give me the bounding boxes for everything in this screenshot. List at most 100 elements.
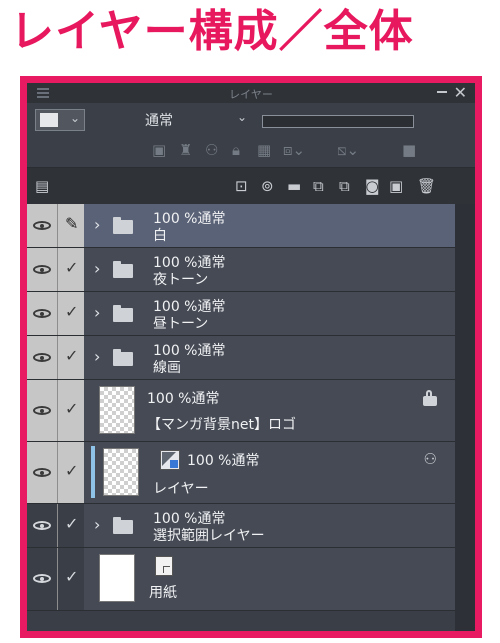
- check-icon: ✓: [65, 258, 79, 277]
- layer-mode: 100 %通常: [187, 453, 260, 469]
- layer-row[interactable]: ✓ 100 %通常 【マンガ背景net】ロゴ: [27, 380, 455, 442]
- panel-toolbar-row2: ▣ ♜ ⚇ 🔒︎ ▦ ⧈⌄ ⧅⌄ ■: [27, 133, 475, 168]
- paper-icon: [155, 556, 173, 576]
- active-indicator: [91, 446, 95, 498]
- visibility-toggle[interactable]: [27, 336, 58, 379]
- merge-down-icon[interactable]: ⧉: [339, 176, 350, 196]
- visibility-toggle[interactable]: [27, 204, 58, 247]
- eye-icon: [33, 353, 51, 362]
- opacity-slider[interactable]: [262, 115, 414, 128]
- layer-name: 【マンガ背景net】ロゴ: [147, 417, 296, 433]
- layer-row[interactable]: ✓ 100 %通常 レイヤー ⚇: [27, 442, 455, 504]
- layer-list: ✎ › 100 %通常 白 ✓ › 100 %通常 夜トーン ✓ › 100 %…: [27, 204, 475, 631]
- panel-toolbar-row3: ▤ ⊡ ⊚ ▬ ⧉ ⧉ ◙ ▣ 🗑︎: [27, 168, 475, 204]
- folder-icon: [113, 349, 133, 366]
- layer-name: 選択範囲レイヤー: [153, 528, 265, 544]
- folder-icon: [113, 261, 133, 278]
- layer-name: 白: [153, 228, 167, 244]
- folder-icon: [113, 217, 133, 234]
- new-vector-layer-icon[interactable]: ⊚: [261, 176, 274, 196]
- page-heading: レイヤー構成／全体: [10, 6, 414, 57]
- lock-icon: [423, 390, 437, 406]
- layer-row[interactable]: ✓ › 100 %通常 昼トーン: [27, 292, 455, 336]
- panel-toolbar-row1: ⌄ 通常 ⌄: [27, 103, 475, 133]
- ruler-enable-icon[interactable]: ⧅⌄: [337, 140, 359, 160]
- lock-icon[interactable]: 🔒︎: [232, 140, 240, 160]
- pen-icon: ✎: [65, 214, 79, 233]
- layer-thumbnail: [103, 448, 139, 496]
- check-icon: ✓: [65, 302, 79, 321]
- panel-titlebar: レイヤー ✕: [27, 83, 475, 103]
- minimize-icon[interactable]: [437, 91, 447, 93]
- edit-toggle[interactable]: ✓: [58, 292, 84, 335]
- layer-thumbnail: [99, 386, 135, 434]
- new-raster-layer-icon[interactable]: ⊡: [235, 176, 248, 196]
- transfer-down-icon[interactable]: ⧉: [313, 176, 324, 196]
- edit-toggle[interactable]: ✓: [58, 248, 84, 291]
- layer-thumbnail: [99, 554, 135, 602]
- trash-icon[interactable]: 🗑︎: [417, 176, 436, 196]
- layer-row[interactable]: ✓ › 100 %通常 夜トーン: [27, 248, 455, 292]
- mask-enable-icon[interactable]: ⧈⌄: [283, 140, 305, 160]
- layer-properties-icon[interactable]: ▤: [35, 176, 49, 196]
- layer-mode: 100 %通常: [147, 391, 220, 407]
- layer-name: 用紙: [149, 585, 177, 601]
- eye-icon: [33, 468, 51, 477]
- panel-title: レイヤー: [229, 88, 273, 101]
- check-icon: ✓: [65, 399, 79, 418]
- eye-icon: [33, 574, 51, 583]
- edit-toggle[interactable]: ✓: [58, 380, 84, 441]
- scrollbar[interactable]: [455, 204, 475, 631]
- new-folder-icon[interactable]: ▬: [287, 176, 301, 196]
- visibility-toggle[interactable]: [27, 548, 58, 610]
- layer-row[interactable]: ✓ 用紙: [27, 548, 455, 611]
- layer-row[interactable]: ✓ › 100 %通常 線画: [27, 336, 455, 380]
- chevron-right-icon[interactable]: ›: [94, 515, 100, 534]
- chevron-right-icon[interactable]: ›: [94, 303, 100, 322]
- visibility-toggle[interactable]: [27, 504, 58, 547]
- visibility-toggle[interactable]: [27, 380, 58, 441]
- layer-name: 夜トーン: [153, 272, 209, 288]
- visibility-toggle[interactable]: [27, 292, 58, 335]
- folder-icon: [113, 517, 133, 534]
- edit-toggle[interactable]: ✓: [58, 504, 84, 547]
- color-box: [40, 113, 58, 127]
- chevron-right-icon[interactable]: ›: [94, 259, 100, 278]
- chevron-down-icon: ⌄: [236, 110, 247, 124]
- layer-name: 昼トーン: [153, 316, 209, 332]
- close-icon[interactable]: ✕: [454, 83, 467, 103]
- layer-name: 線画: [153, 360, 181, 376]
- edit-toggle[interactable]: ✎: [58, 204, 84, 247]
- edit-toggle[interactable]: ✓: [58, 336, 84, 379]
- check-icon: ✓: [65, 461, 79, 480]
- chevron-down-icon: ⌄: [69, 111, 80, 125]
- layer-panel: レイヤー ✕ ⌄ 通常 ⌄ ▣ ♜ ⚇ 🔒︎ ▦ ⧈⌄ ⧅⌄ ■ ▤ ⊡ ⊚ ▬…: [27, 83, 475, 631]
- layer-color-icon[interactable]: ■: [402, 140, 416, 160]
- clip-icon[interactable]: ▣: [152, 140, 166, 160]
- layer-panel-frame: レイヤー ✕ ⌄ 通常 ⌄ ▣ ♜ ⚇ 🔒︎ ▦ ⧈⌄ ⧅⌄ ■ ▤ ⊡ ⊚ ▬…: [20, 76, 482, 638]
- visibility-toggle[interactable]: [27, 442, 58, 503]
- chevron-right-icon[interactable]: ›: [94, 215, 100, 234]
- reference-layer-icon: ⚇: [423, 450, 437, 468]
- eye-icon: [33, 406, 51, 415]
- blend-mode-select[interactable]: 通常 ⌄: [97, 109, 257, 129]
- edit-toggle[interactable]: ✓: [58, 548, 84, 610]
- check-icon: ✓: [65, 514, 79, 533]
- folder-icon: [113, 305, 133, 322]
- layer-row[interactable]: ✎ › 100 %通常 白: [27, 204, 455, 248]
- blend-mode-label: 通常: [145, 113, 173, 129]
- edit-toggle[interactable]: ✓: [58, 442, 84, 503]
- lock-transparent-icon[interactable]: ▦: [257, 140, 271, 160]
- eye-icon: [33, 521, 51, 530]
- reference-layer-icon[interactable]: ♜: [179, 140, 192, 160]
- check-icon: ✓: [65, 567, 79, 586]
- visibility-toggle[interactable]: [27, 248, 58, 291]
- mask-icon: [160, 450, 180, 470]
- draft-layer-icon[interactable]: ⚇: [205, 140, 218, 160]
- create-mask-icon[interactable]: ◙: [365, 176, 380, 196]
- apply-mask-icon[interactable]: ▣: [389, 176, 403, 196]
- layer-color-swatch[interactable]: ⌄: [35, 109, 85, 131]
- eye-icon: [33, 309, 51, 318]
- layer-row[interactable]: ✓ › 100 %通常 選択範囲レイヤー: [27, 504, 455, 548]
- chevron-right-icon[interactable]: ›: [94, 347, 100, 366]
